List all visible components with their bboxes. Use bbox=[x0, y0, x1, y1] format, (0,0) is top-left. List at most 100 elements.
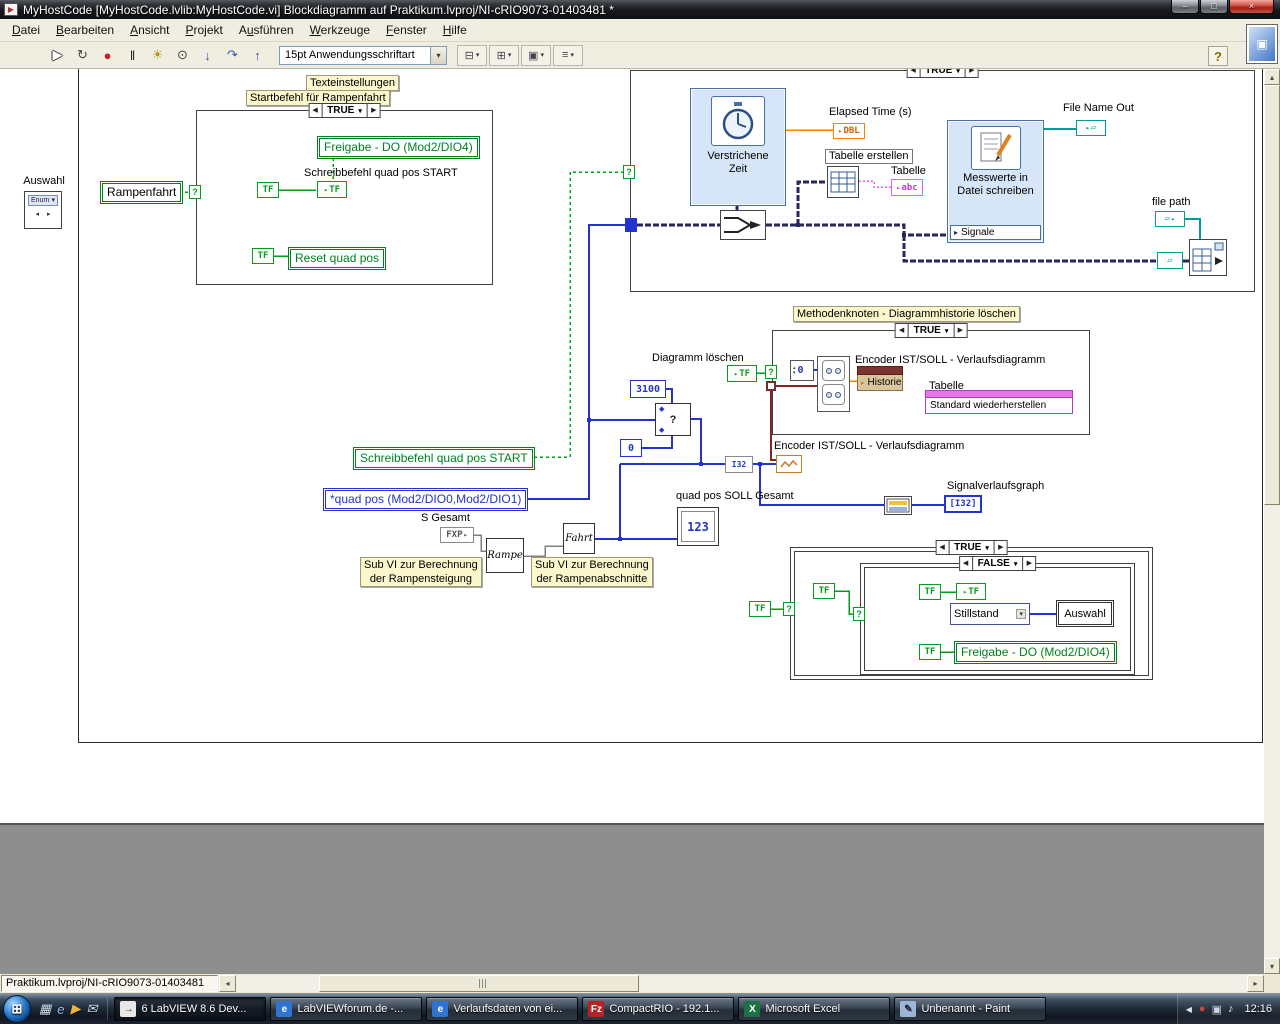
case2-selector-terminal[interactable]: ? bbox=[623, 165, 635, 179]
path-indicator-terminal[interactable]: ▸ ▱ bbox=[1076, 120, 1106, 136]
highlight-execution-button[interactable]: ☀ bbox=[146, 45, 169, 66]
case4-selector-terminal[interactable]: ? bbox=[783, 602, 795, 616]
case2-input-tunnel[interactable] bbox=[625, 218, 637, 232]
history-array-constant[interactable]: ▴ ▾ 0 bbox=[790, 360, 814, 381]
case-selector[interactable]: ◀ TRUE ▾ ▶ bbox=[935, 540, 1008, 555]
write-spreadsheet-node[interactable] bbox=[1189, 239, 1227, 276]
run-button[interactable]: ▶ bbox=[46, 45, 69, 66]
menu-item-ansicht[interactable]: Ansicht bbox=[122, 20, 177, 40]
security-icon[interactable]: ● bbox=[1199, 1003, 1206, 1016]
case-next-icon[interactable]: ▶ bbox=[954, 324, 966, 337]
case-next-icon[interactable]: ▶ bbox=[995, 541, 1007, 554]
titlebar[interactable]: ▶ MyHostCode [MyHostCode.lvlib:MyHostCod… bbox=[0, 0, 1280, 19]
boolean-constant[interactable]: TF bbox=[919, 644, 941, 660]
boolean-constant[interactable]: TF bbox=[257, 182, 279, 198]
boolean-constant[interactable]: TF bbox=[919, 584, 941, 600]
boolean-constant[interactable]: TF bbox=[749, 601, 771, 617]
boolean-constant[interactable]: TF bbox=[813, 583, 835, 599]
case-next-icon[interactable]: ▶ bbox=[1023, 557, 1035, 570]
numeric-constant-3100[interactable]: 3100 bbox=[630, 380, 666, 398]
case-selector[interactable]: ◀ TRUE ▾ ▶ bbox=[894, 323, 968, 338]
case-next-icon[interactable]: ▶ bbox=[966, 69, 978, 77]
quad-pos-soll-indicator[interactable]: 123 bbox=[677, 507, 719, 546]
font-selector[interactable]: 15pt Anwendungsschriftart ▾ bbox=[279, 45, 447, 65]
close-button[interactable]: × bbox=[1229, 0, 1274, 14]
case1-selector-terminal[interactable]: ? bbox=[189, 185, 201, 199]
distribute-objects-button[interactable]: ⊞ ▾ bbox=[489, 44, 519, 66]
case-prev-icon[interactable]: ◀ bbox=[896, 324, 908, 337]
schreibbefehl-node[interactable]: Schreibbefehl quad pos START bbox=[353, 447, 535, 470]
stillstand-enum-constant[interactable]: Stillstand ▾ bbox=[950, 603, 1030, 625]
case3-selector-terminal[interactable]: ? bbox=[765, 365, 777, 379]
fahrt-subvi[interactable]: Fahrt bbox=[563, 523, 595, 554]
string-indicator-terminal[interactable]: ▸ abc bbox=[891, 179, 923, 196]
maximize-button[interactable]: □ bbox=[1200, 0, 1228, 14]
auswahl-local-variable[interactable]: Auswahl bbox=[1056, 600, 1114, 627]
minimize-button[interactable]: – bbox=[1171, 0, 1199, 14]
case-selector[interactable]: ◀ FALSE ▾ ▶ bbox=[958, 556, 1037, 571]
step-over-button[interactable]: ↷ bbox=[221, 45, 244, 66]
scroll-right-button[interactable]: ▸ bbox=[1247, 975, 1264, 992]
pause-button[interactable]: ‖ bbox=[121, 45, 144, 66]
diagramm-loeschen-terminal[interactable]: ▸ TF bbox=[727, 365, 757, 382]
chart-history-cluster[interactable] bbox=[817, 356, 850, 412]
taskbar-button-excel[interactable]: X Microsoft Excel bbox=[738, 997, 891, 1021]
taskbar-button-filezilla[interactable]: Fz CompactRIO - 192.1... bbox=[582, 997, 735, 1021]
taskbar-button-internet-explorer[interactable]: e LabVIEWforum.de -... bbox=[270, 997, 423, 1021]
start-button[interactable]: ⊞ bbox=[3, 995, 31, 1023]
bundle-node[interactable] bbox=[884, 496, 912, 515]
path-pass-node[interactable]: ▱ bbox=[1157, 252, 1183, 269]
quad-pos-node[interactable]: *quad pos (Mod2/DIO0,Mod2/DIO1) bbox=[323, 488, 529, 511]
case-prev-icon[interactable]: ◀ bbox=[960, 557, 972, 570]
path-control-terminal[interactable]: ▱ ▸ bbox=[1155, 211, 1185, 227]
vertical-scrollbar[interactable]: ▴ ▾ bbox=[1264, 69, 1280, 974]
taskbar-button-labview[interactable]: → 6 LabVIEW 8.6 Dev... bbox=[114, 997, 267, 1021]
align-objects-button[interactable]: ⊟ ▾ bbox=[457, 44, 487, 66]
standard-wiederherstellen-method-node[interactable]: Standard wiederherstellen bbox=[925, 390, 1073, 414]
menu-item-projekt[interactable]: Projekt bbox=[177, 20, 230, 40]
rampenfahrt-node[interactable]: Rampenfahrt bbox=[100, 181, 184, 204]
scroll-up-button[interactable]: ▴ bbox=[1264, 69, 1280, 85]
resize-objects-button[interactable]: ▣ ▾ bbox=[521, 44, 551, 66]
case-prev-icon[interactable]: ◀ bbox=[936, 541, 948, 554]
abort-button[interactable]: ● bbox=[96, 45, 119, 66]
vertical-scrollbar-thumb[interactable] bbox=[1264, 85, 1280, 505]
scroll-left-button[interactable]: ◂ bbox=[219, 975, 236, 992]
media-player-icon[interactable]: ▶ bbox=[71, 1001, 81, 1017]
case-selector[interactable]: ◀ TRUE ▾ ▶ bbox=[906, 69, 979, 78]
dbl-indicator-terminal[interactable]: ▸ DBL bbox=[833, 123, 865, 139]
merge-signals-node[interactable] bbox=[720, 210, 766, 240]
taskbar-button-internet-explorer-2[interactable]: e Verlaufsdaten von ei... bbox=[426, 997, 579, 1021]
build-table-node[interactable] bbox=[827, 166, 859, 198]
numeric-constant-0[interactable]: 0 bbox=[620, 439, 642, 457]
menu-item-hilfe[interactable]: Hilfe bbox=[435, 20, 475, 40]
network-icon[interactable]: ▣ bbox=[1212, 1003, 1222, 1016]
scroll-down-button[interactable]: ▾ bbox=[1264, 958, 1280, 974]
boolean-terminal[interactable]: ▸ TF bbox=[956, 583, 986, 600]
case-selector[interactable]: ◀ TRUE ▾ ▶ bbox=[308, 103, 381, 118]
menu-item-datei[interactable]: Datei bbox=[4, 20, 48, 40]
menu-item-werkzeuge[interactable]: Werkzeuge bbox=[302, 20, 378, 40]
case-prev-icon[interactable]: ◀ bbox=[309, 104, 321, 117]
context-help-button[interactable]: ? bbox=[1208, 46, 1228, 66]
dropdown-icon[interactable]: ▾ bbox=[430, 46, 446, 64]
case-prev-icon[interactable]: ◀ bbox=[907, 69, 919, 77]
email-icon[interactable]: ✉ bbox=[87, 1001, 98, 1017]
horizontal-scrollbar[interactable]: ◂ ▸ bbox=[219, 975, 1264, 992]
menu-item-ausführen[interactable]: Ausführen bbox=[231, 20, 302, 40]
horizontal-scrollbar-thumb[interactable] bbox=[319, 975, 639, 992]
freigabe-do-node[interactable]: Freigabe - DO (Mod2/DIO4) bbox=[954, 641, 1117, 664]
boolean-constant[interactable]: TF bbox=[252, 248, 274, 264]
tray-chevron-icon[interactable]: ◀ bbox=[1186, 1005, 1192, 1014]
menu-item-fenster[interactable]: Fenster bbox=[378, 20, 435, 40]
elapsed-time-express-vi[interactable]: Verstrichene Zeit bbox=[690, 88, 786, 206]
write-measurement-file-express-vi[interactable]: Messwerte in Datei schreiben ▸ Signale bbox=[947, 120, 1044, 243]
case3-reference-tunnel[interactable] bbox=[766, 381, 776, 391]
select-function[interactable]: ◆ ? ◆ bbox=[655, 403, 691, 436]
step-into-button[interactable]: ↓ bbox=[196, 45, 219, 66]
show-desktop-icon[interactable]: ▦ bbox=[39, 1001, 51, 1017]
fxp-terminal[interactable]: FXP ▸ bbox=[440, 527, 474, 543]
reset-quad-pos-node[interactable]: Reset quad pos bbox=[288, 247, 387, 270]
index-spinner[interactable]: ▴ ▾ bbox=[793, 365, 796, 376]
case5-selector-terminal[interactable]: ? bbox=[853, 607, 865, 621]
